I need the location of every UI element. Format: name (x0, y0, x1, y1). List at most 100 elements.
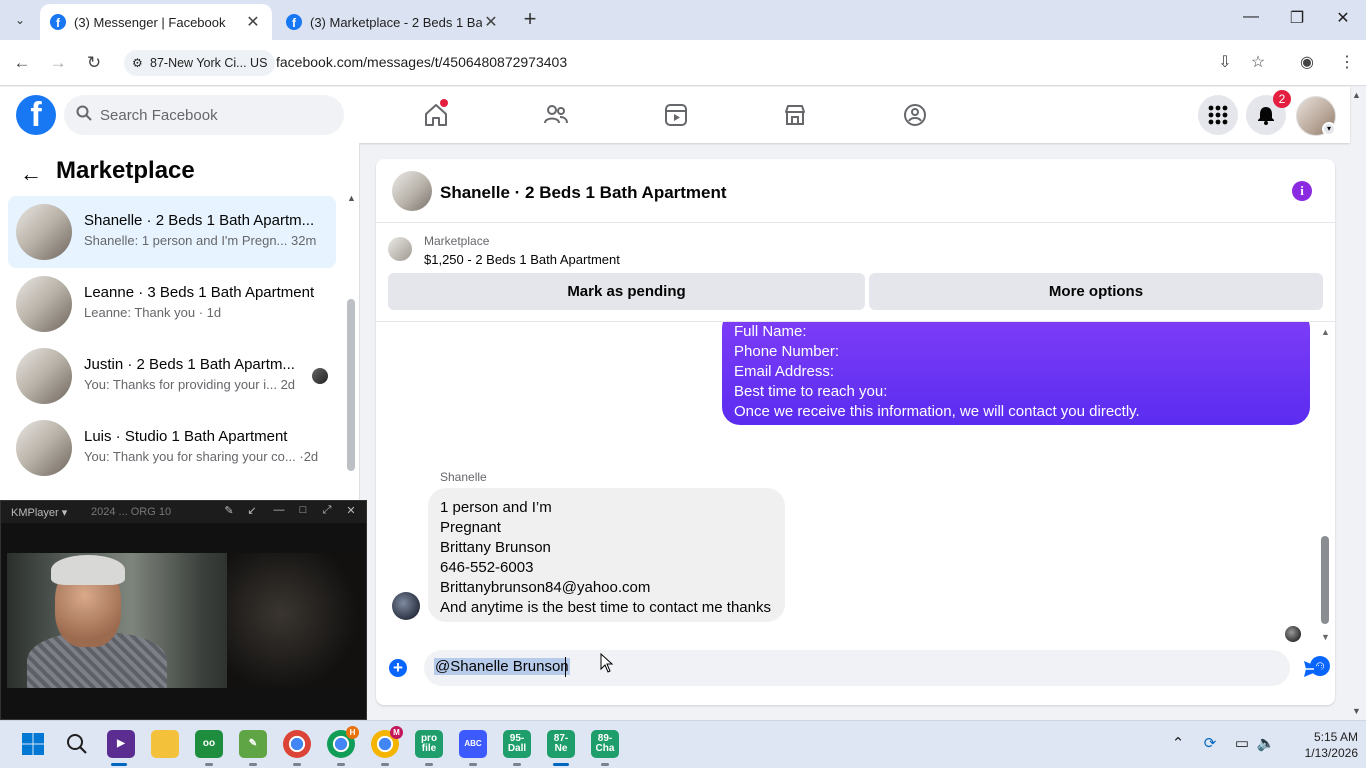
url-text[interactable]: facebook.com/messages/t/4506480872973403 (276, 54, 567, 70)
dall-app-icon[interactable]: 95- Dall (503, 730, 531, 758)
message-line: 1 person and I’m (440, 499, 552, 516)
page-scroll-up-icon[interactable]: ▲ (1352, 90, 1361, 100)
tab-messenger[interactable]: f (3) Messenger | Facebook ✕ (40, 4, 272, 40)
listing-detail[interactable]: $1,250 - 2 Beds 1 Bath Apartment (424, 252, 620, 267)
visual-studio-icon[interactable]: ▶ (107, 730, 135, 758)
ne-app-icon[interactable]: 87- Ne (547, 730, 575, 758)
send-icon[interactable] (1302, 658, 1324, 680)
tray-overflow-icon[interactable]: ⌃ (1168, 734, 1188, 754)
video-frame[interactable] (7, 553, 362, 688)
read-receipt-avatar (312, 368, 328, 384)
mark-as-pending-button[interactable]: Mark as pending (388, 273, 865, 310)
close-tab-icon[interactable]: ✕ (244, 12, 262, 32)
windows-start-icon[interactable] (19, 730, 47, 758)
facebook-search[interactable] (64, 95, 344, 135)
kmplayer-app-name: KMPlayer (11, 507, 59, 519)
network-icon[interactable]: ▭ (1232, 734, 1252, 754)
conversation-item-luis[interactable]: Luis · Studio 1 Bath Apartment You: Than… (8, 412, 336, 484)
back-arrow-icon[interactable]: ← (20, 161, 42, 187)
bookmark-star-icon[interactable]: ☆ (1247, 52, 1269, 74)
tab-marketplace[interactable]: f (3) Marketplace - 2 Beds 1 Bath ✕ (276, 4, 510, 40)
friends-icon[interactable] (536, 97, 576, 133)
kmplayer-titlebar[interactable]: KMPlayer ▾ 2024 ... ORG 10 ✎ ↙ — □ ⤢ ✕ (1, 501, 366, 523)
sync-icon[interactable]: ⟳ (1200, 734, 1220, 754)
address-bar[interactable]: ⚙ 87-New York Ci... US facebook.com/mess… (120, 46, 1280, 80)
maximize-icon[interactable]: □ (295, 504, 311, 520)
profile-app-icon[interactable]: pro file (415, 730, 443, 758)
fullscreen-icon[interactable]: ⤢ (319, 504, 335, 520)
sidebar-scrollbar[interactable] (347, 299, 355, 471)
groups-icon[interactable] (895, 97, 935, 133)
mini-mode-icon[interactable]: ↙ (244, 504, 260, 520)
message-input[interactable]: @Shanelle Brunson ☺ (424, 650, 1330, 686)
site-info-chip[interactable]: ⚙ 87-New York Ci... US (124, 50, 276, 76)
running-indicator (381, 763, 389, 766)
sender-avatar[interactable] (392, 592, 420, 620)
message-line: And anytime is the best time to contact … (440, 599, 771, 616)
search-input[interactable] (100, 95, 330, 135)
message-line: Once we receive this information, we wil… (734, 403, 1140, 420)
conversation-name: Leanne · 3 Beds 1 Bath Apartment (84, 284, 315, 301)
notepad-icon[interactable]: ✎ (239, 730, 267, 758)
minimize-icon[interactable]: — (271, 504, 287, 520)
kmplayer-logo[interactable]: KMPlayer ▾ (11, 506, 67, 519)
info-icon[interactable]: i (1292, 181, 1312, 201)
running-indicator (601, 763, 609, 766)
running-indicator (337, 763, 345, 766)
minimize-icon[interactable]: — (1228, 8, 1274, 32)
video-icon[interactable] (656, 97, 696, 133)
new-tab-icon[interactable]: + (518, 8, 542, 32)
message-list[interactable]: Full Name: Phone Number: Email Address: … (376, 321, 1335, 645)
conversation-item-shanelle[interactable]: Shanelle · 2 Beds 1 Bath Apartm... Shane… (8, 196, 336, 268)
pin-icon[interactable]: ✎ (221, 504, 237, 520)
close-tab-icon[interactable]: ✕ (482, 12, 500, 32)
page-scroll-down-icon[interactable]: ▼ (1352, 706, 1361, 716)
search-icon[interactable] (63, 730, 91, 758)
forward-icon[interactable]: → (46, 51, 70, 75)
home-icon[interactable] (416, 97, 456, 133)
chrome-profile-h-icon[interactable]: H (327, 726, 359, 758)
conversation-item-leanne[interactable]: Leanne · 3 Beds 1 Bath Apartment Leanne:… (8, 268, 336, 340)
conversation-preview: Shanelle: 1 person and I'm Pregn... 32m (84, 233, 317, 248)
chevron-down-icon[interactable]: ▾ (1322, 122, 1336, 136)
conversation-item-justin[interactable]: Justin · 2 Beds 1 Bath Apartm... You: Th… (8, 340, 336, 412)
marketplace-icon[interactable] (775, 97, 815, 133)
reload-icon[interactable]: ↻ (82, 51, 106, 75)
chat-scrollbar[interactable] (1321, 536, 1329, 624)
sidebar-scroll-up-icon[interactable]: ▲ (347, 193, 356, 203)
more-options-button[interactable]: More options (869, 273, 1323, 310)
chat-title[interactable]: Shanelle · 2 Beds 1 Bath Apartment (440, 183, 727, 203)
install-app-icon[interactable]: ⇩ (1214, 52, 1236, 74)
chrome-profile-m-icon[interactable]: M (371, 726, 403, 758)
incoming-message[interactable]: 1 person and I’m Pregnant Brittany Bruns… (428, 488, 785, 622)
message-line: Pregnant (440, 519, 501, 536)
browser-profile-icon[interactable]: ◉ (1296, 52, 1318, 74)
listing-thumbnail (16, 348, 72, 404)
running-indicator (293, 763, 301, 766)
chrome-icon[interactable] (283, 730, 311, 758)
facebook-logo[interactable]: f (16, 95, 56, 135)
cha-app-icon[interactable]: 89- Cha (591, 730, 619, 758)
outgoing-message[interactable]: Full Name: Phone Number: Email Address: … (722, 322, 1310, 425)
message-line: Brittanybrunson84@yahoo.com (440, 579, 651, 596)
restore-icon[interactable]: ❐ (1274, 8, 1320, 32)
plus-icon[interactable]: + (389, 659, 407, 677)
close-window-icon[interactable]: ✕ (1320, 8, 1366, 32)
close-icon[interactable]: ✕ (343, 504, 359, 520)
volume-icon[interactable]: 🔈 (1256, 734, 1276, 754)
video-figure-hair (51, 555, 125, 585)
chat-avatar[interactable] (392, 171, 432, 211)
browser-toolbar: ← → ↻ ⚙ 87-New York Ci... US facebook.co… (0, 40, 1366, 86)
chat-scroll-down-icon[interactable]: ▼ (1321, 632, 1330, 642)
chat-scroll-up-icon[interactable]: ▲ (1321, 327, 1330, 337)
abc-app-icon[interactable]: ABC (459, 730, 487, 758)
listing-source-label: Marketplace (424, 234, 490, 248)
tab-search-icon[interactable]: ⌄ (8, 9, 32, 31)
file-explorer-icon[interactable] (151, 730, 179, 758)
back-icon[interactable]: ← (10, 51, 34, 75)
browser-menu-icon[interactable]: ⋮ (1336, 52, 1358, 74)
menu-grid-icon[interactable] (1198, 95, 1238, 135)
taskbar-clock[interactable]: 5:15 AM 1/13/2026 (1280, 729, 1358, 761)
kmplayer-window[interactable]: KMPlayer ▾ 2024 ... ORG 10 ✎ ↙ — □ ⤢ ✕ (0, 500, 367, 720)
app-icon[interactable]: oo (195, 730, 223, 758)
